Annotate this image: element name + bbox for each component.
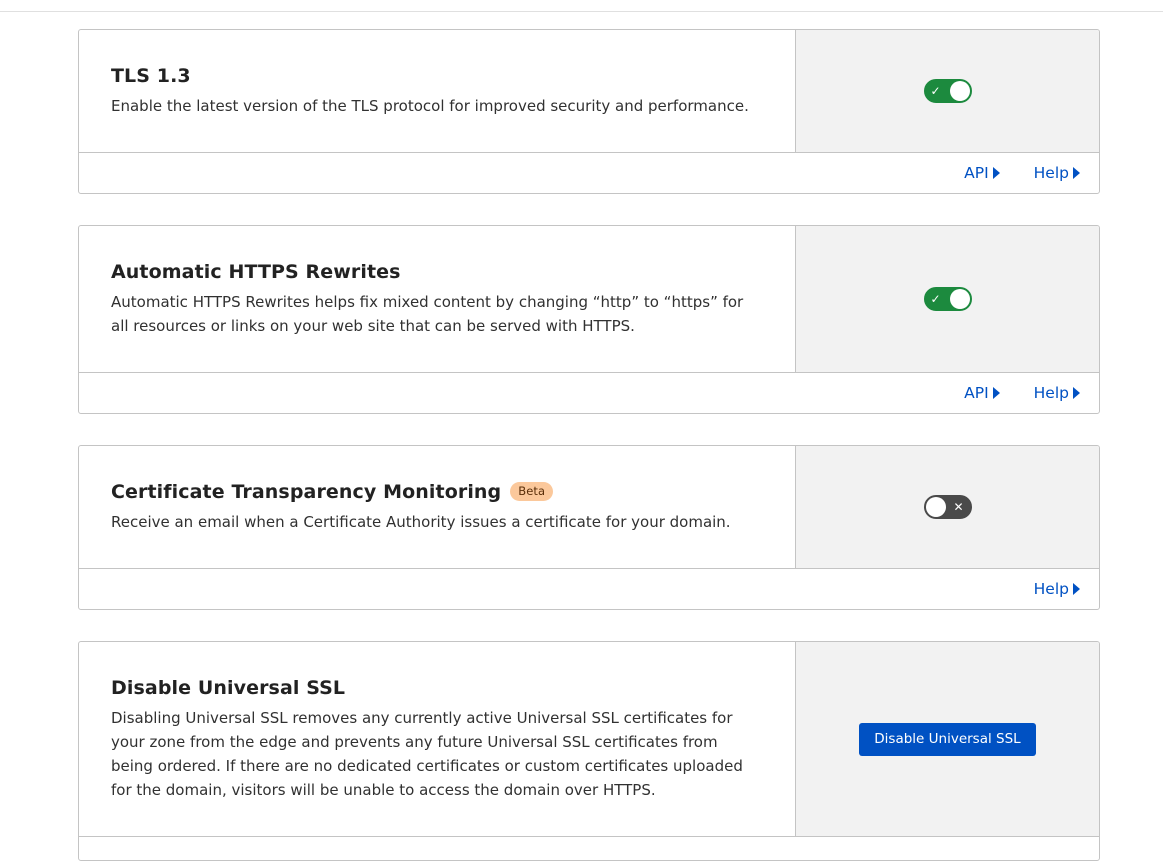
toggle-knob bbox=[949, 289, 970, 309]
card-title-text: Disable Universal SSL bbox=[111, 676, 346, 699]
api-link[interactable]: API bbox=[964, 384, 1000, 402]
card-footer: API Help bbox=[79, 373, 1099, 413]
card-control-panel: ✓ bbox=[795, 30, 1099, 152]
help-link-label: Help bbox=[1033, 580, 1069, 598]
card-title: TLS 1.3 bbox=[111, 65, 763, 87]
card-title: Certificate Transparency Monitoring Beta bbox=[111, 481, 763, 503]
help-link[interactable]: Help bbox=[1034, 580, 1080, 598]
api-link[interactable]: API bbox=[964, 164, 1000, 182]
card-body: Disable Universal SSL Disabling Universa… bbox=[79, 642, 1099, 837]
certificate-transparency-toggle[interactable]: ✕ bbox=[923, 495, 972, 519]
card-body: Certificate Transparency Monitoring Beta… bbox=[79, 446, 1099, 569]
card-description: Automatic HTTPS Rewrites helps fix mixed… bbox=[111, 292, 744, 335]
caret-right-icon bbox=[992, 167, 1000, 179]
caret-right-icon bbox=[992, 387, 1000, 399]
help-link[interactable]: Help bbox=[1034, 164, 1080, 182]
card-title-text: TLS 1.3 bbox=[111, 64, 191, 87]
automatic-https-rewrites-toggle[interactable]: ✓ bbox=[923, 287, 972, 311]
beta-badge: Beta bbox=[510, 482, 554, 501]
automatic-https-rewrites-card: Automatic HTTPS Rewrites Automatic HTTPS… bbox=[78, 225, 1100, 414]
card-title: Disable Universal SSL bbox=[111, 677, 763, 699]
card-text: Certificate Transparency Monitoring Beta… bbox=[79, 446, 795, 568]
card-body: TLS 1.3 Enable the latest version of the… bbox=[79, 30, 1099, 153]
toggle-knob bbox=[925, 497, 946, 517]
card-footer: Help bbox=[79, 569, 1099, 609]
caret-right-icon bbox=[1073, 583, 1080, 595]
card-control-panel: ✕ bbox=[795, 446, 1099, 568]
card-body: Automatic HTTPS Rewrites Automatic HTTPS… bbox=[79, 226, 1099, 373]
card-title-text: Certificate Transparency Monitoring bbox=[111, 480, 502, 503]
caret-right-icon bbox=[1073, 167, 1080, 179]
card-description: Receive an email when a Certificate Auth… bbox=[111, 512, 731, 531]
help-link-label: Help bbox=[1033, 384, 1069, 402]
card-control-panel: Disable Universal SSL bbox=[795, 642, 1099, 836]
check-icon: ✓ bbox=[930, 292, 941, 306]
disable-universal-ssl-button[interactable]: Disable Universal SSL bbox=[859, 722, 1036, 756]
card-footer: API Help bbox=[79, 153, 1099, 193]
api-link-label: API bbox=[964, 384, 989, 402]
caret-right-icon bbox=[1073, 387, 1080, 399]
help-link[interactable]: Help bbox=[1034, 384, 1080, 402]
card-title-text: Automatic HTTPS Rewrites bbox=[111, 260, 401, 283]
tls-1-3-card: TLS 1.3 Enable the latest version of the… bbox=[78, 29, 1100, 194]
card-text: Automatic HTTPS Rewrites Automatic HTTPS… bbox=[79, 226, 795, 372]
card-text: TLS 1.3 Enable the latest version of the… bbox=[79, 30, 795, 152]
help-link-label: Help bbox=[1033, 164, 1069, 182]
card-control-panel: ✓ bbox=[795, 226, 1099, 372]
api-link-label: API bbox=[964, 164, 989, 182]
card-description: Enable the latest version of the TLS pro… bbox=[111, 96, 749, 115]
x-icon: ✕ bbox=[953, 500, 964, 514]
toggle-knob bbox=[949, 81, 970, 101]
card-text: Disable Universal SSL Disabling Universa… bbox=[79, 642, 795, 836]
card-description: Disabling Universal SSL removes any curr… bbox=[111, 708, 743, 799]
header-divider bbox=[0, 11, 1163, 12]
certificate-transparency-monitoring-card: Certificate Transparency Monitoring Beta… bbox=[78, 445, 1100, 610]
tls-1-3-toggle[interactable]: ✓ bbox=[923, 79, 972, 103]
disable-universal-ssl-card: Disable Universal SSL Disabling Universa… bbox=[78, 641, 1100, 861]
card-title: Automatic HTTPS Rewrites bbox=[111, 261, 763, 283]
check-icon: ✓ bbox=[930, 84, 941, 98]
